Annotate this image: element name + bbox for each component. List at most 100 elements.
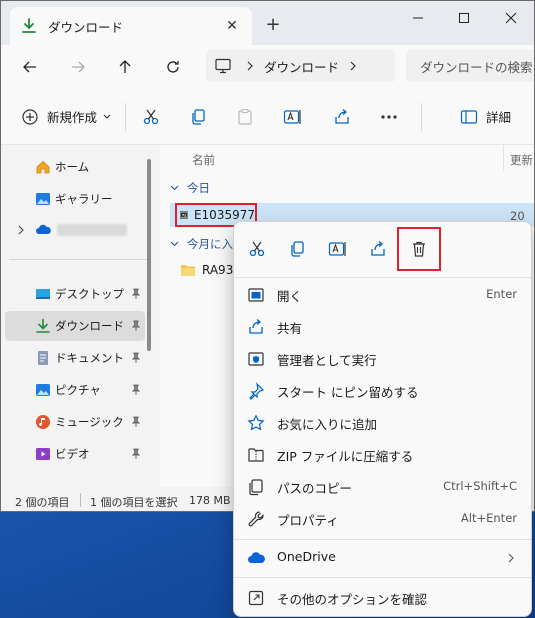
menu-item-favorite[interactable]: お気に入りに追加 [234, 407, 531, 437]
column-divider[interactable] [503, 145, 504, 171]
column-header-date[interactable]: 更新 [510, 152, 533, 168]
share-icon [371, 241, 385, 256]
plus-circle-icon [22, 108, 38, 125]
menu-divider [234, 577, 531, 578]
refresh-button[interactable] [160, 55, 186, 79]
pin-icon[interactable] [131, 384, 141, 396]
ctx-delete-button[interactable] [406, 236, 432, 262]
details-label: 詳細 [486, 110, 512, 125]
breadcrumb-downloads[interactable]: ダウンロード [264, 57, 339, 76]
open-window-icon [248, 288, 264, 302]
menu-item-onedrive[interactable]: OneDrive [234, 542, 531, 572]
pin-icon[interactable] [131, 352, 141, 364]
address-bar[interactable]: ダウンロード [206, 50, 395, 82]
ctx-copy-button[interactable] [284, 236, 310, 262]
rename-button[interactable] [281, 105, 305, 129]
sidebar-item-label: ダウンロード [55, 319, 124, 333]
menu-item-label: プロパティ [277, 513, 339, 528]
menu-item-label: スタート にピン留めする [277, 385, 419, 400]
status-size: 178 MB [189, 494, 231, 507]
menu-item-properties[interactable]: プロパティ Alt+Enter [234, 503, 531, 533]
menu-item-label: 開く [277, 289, 303, 304]
pin-icon[interactable] [131, 320, 141, 332]
tab-close-button[interactable]: ✕ [222, 18, 242, 34]
wrench-icon [248, 511, 264, 527]
sidebar-item-music[interactable]: ミュージック [5, 407, 145, 437]
menu-item-compress-zip[interactable]: ZIP ファイルに圧縮する [234, 439, 531, 469]
toolbar-divider [421, 103, 422, 131]
cut-button[interactable] [139, 105, 163, 129]
tab-downloads[interactable]: ダウンロード ✕ [10, 7, 252, 45]
copy-icon [192, 109, 205, 125]
new-tab-button[interactable]: + [263, 14, 283, 35]
group-header-today[interactable]: 今日 [170, 180, 210, 196]
close-button[interactable] [489, 7, 533, 29]
menu-item-copy-path[interactable]: パスのコピー Ctrl+Shift+C [234, 471, 531, 501]
sidebar-scrollbar[interactable] [147, 159, 151, 351]
menu-item-label: ZIP ファイルに圧縮する [277, 449, 414, 464]
paste-button[interactable] [233, 105, 257, 129]
menu-item-shortcut: Ctrl+Shift+C [443, 479, 517, 493]
copy-button[interactable] [186, 105, 210, 129]
list-item[interactable]: RA937 [180, 263, 241, 277]
sidebar-item-downloads[interactable]: ダウンロード [5, 311, 145, 341]
pin-icon [249, 382, 265, 400]
chevron-right-icon[interactable] [349, 61, 357, 71]
new-button-label: 新規作成 [47, 110, 98, 125]
title-bar: ダウンロード ✕ + [1, 1, 534, 45]
arrow-right-icon [72, 61, 85, 73]
refresh-icon [167, 61, 179, 73]
menu-item-more-options[interactable]: その他のオプションを確認 [234, 582, 531, 612]
status-item-count: 2 個の項目 [15, 496, 70, 509]
pin-icon[interactable] [131, 416, 141, 428]
svg-text:7z: 7z [182, 213, 187, 217]
menu-divider [234, 277, 531, 278]
share-button[interactable] [330, 105, 354, 129]
forward-button[interactable] [65, 55, 91, 79]
sidebar-item-home[interactable]: ホーム [5, 152, 145, 182]
chevron-right-icon[interactable] [17, 225, 25, 235]
details-button[interactable]: 詳細 [460, 107, 511, 126]
up-button[interactable] [112, 55, 138, 79]
chevron-right-icon [508, 553, 514, 563]
menu-item-run-as-admin[interactable]: 管理者として実行 [234, 343, 531, 373]
menu-item-shortcut: Alt+Enter [460, 511, 517, 525]
menu-item-pin-start[interactable]: スタート にピン留めする [234, 375, 531, 405]
new-button[interactable]: 新規作成 [21, 107, 111, 126]
back-button[interactable] [17, 55, 43, 79]
group-label: 今日 [187, 181, 210, 195]
sidebar-item-gallery[interactable]: ギャラリー [5, 184, 145, 214]
maximize-icon [459, 13, 469, 23]
toolbar-divider [125, 103, 126, 131]
more-button[interactable] [377, 105, 401, 129]
sidebar-item-videos[interactable]: ビデオ [5, 439, 145, 469]
menu-item-open[interactable]: 開く Enter [234, 279, 531, 309]
column-header-name[interactable]: 名前 [192, 152, 215, 168]
maximize-button[interactable] [442, 7, 486, 29]
ctx-rename-button[interactable] [325, 236, 351, 262]
sidebar-item-onedrive[interactable] [5, 215, 145, 245]
minimize-button[interactable] [396, 7, 440, 29]
sidebar-item-label: デスクトップ [55, 287, 124, 301]
desktop-icon [36, 289, 50, 299]
search-placeholder: ダウンロードの検索 [420, 59, 533, 75]
command-bar: 新規作成 詳細 [1, 89, 534, 145]
sidebar-item-desktop[interactable]: デスクトップ [5, 279, 145, 309]
7zip-file-icon: 7z [180, 211, 188, 219]
menu-item-share[interactable]: 共有 [234, 311, 531, 341]
pin-icon[interactable] [131, 288, 141, 300]
search-input[interactable]: ダウンロードの検索 [406, 50, 534, 82]
sidebar-item-documents[interactable]: ドキュメント [5, 343, 145, 373]
chevron-down-icon [170, 185, 179, 191]
computer-icon [215, 58, 231, 74]
sidebar-item-pictures[interactable]: ピクチャ [5, 375, 145, 405]
pin-icon[interactable] [131, 448, 141, 460]
ctx-share-button[interactable] [365, 236, 391, 262]
close-icon [505, 12, 517, 24]
sidebar-item-label: ピクチャ [55, 383, 101, 397]
more-options-icon [248, 590, 264, 606]
ctx-cut-button[interactable] [244, 236, 270, 262]
star-icon [247, 414, 265, 431]
sidebar-item-label: ギャラリー [55, 192, 113, 206]
chevron-down-icon [170, 241, 179, 247]
